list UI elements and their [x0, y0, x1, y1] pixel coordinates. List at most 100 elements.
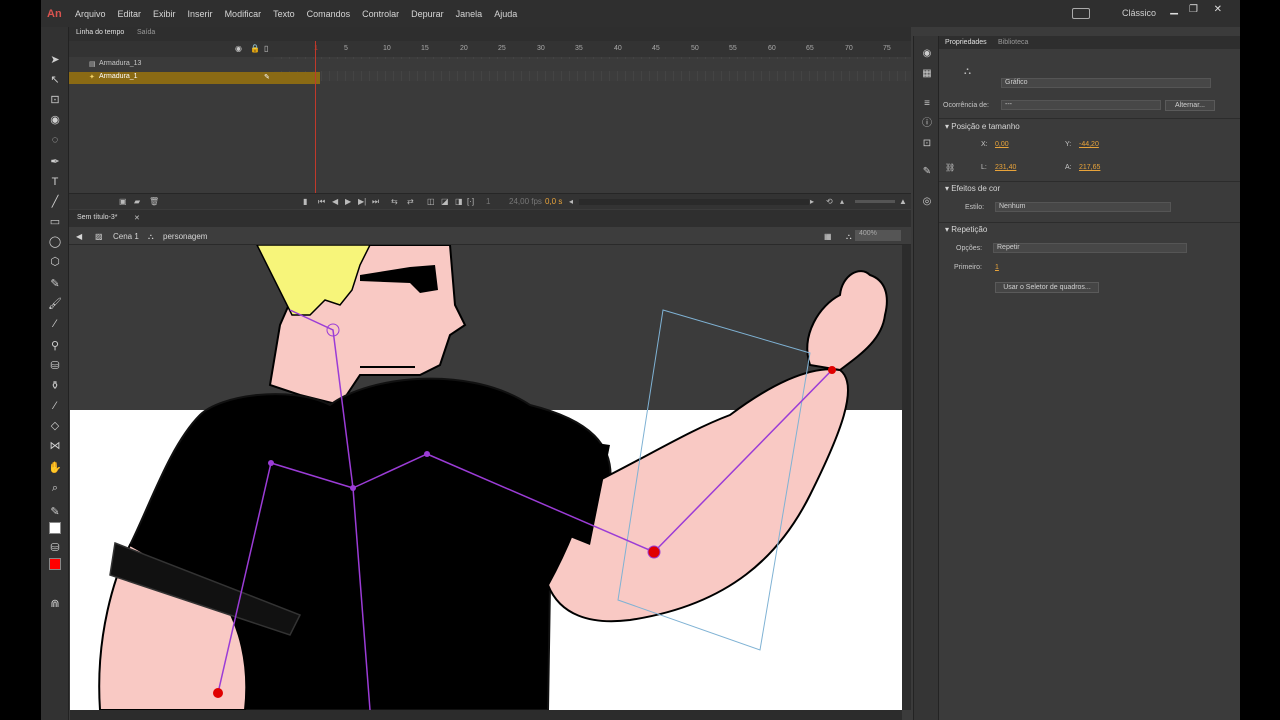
scroll-left-icon[interactable]: ◂	[569, 197, 573, 206]
minimize-icon[interactable]: ▁	[1170, 4, 1178, 15]
swap-button[interactable]: Alternar...	[1165, 100, 1215, 111]
menu-modificar[interactable]: Modificar	[219, 9, 268, 19]
maximize-icon[interactable]: ❐	[1189, 4, 1198, 15]
eyedropper-tool-icon[interactable]: ⁄	[48, 399, 62, 413]
menu-janela[interactable]: Janela	[450, 9, 489, 19]
timeline-loop-icon[interactable]: ⟲	[826, 197, 833, 206]
menu-editar[interactable]: Editar	[112, 9, 148, 19]
breadcrumb-scene[interactable]: Cena 1	[113, 232, 139, 241]
workspace-switcher[interactable]: Clássico	[1122, 8, 1156, 18]
tab-properties[interactable]: Propriedades	[945, 39, 987, 46]
height-value[interactable]: 217,65	[1079, 164, 1100, 171]
step-forward-icon[interactable]: ▶|	[358, 197, 366, 206]
menu-inserir[interactable]: Inserir	[182, 9, 219, 19]
lock-icon[interactable]: 🔒	[250, 44, 260, 53]
oval-tool-icon[interactable]: ◯	[48, 235, 62, 249]
center-frame-icon[interactable]: ⇄	[407, 197, 414, 206]
scroll-right-icon[interactable]: ▸	[810, 197, 814, 206]
align-icon[interactable]: ≡	[921, 98, 933, 110]
loop-icon[interactable]: ⇆	[391, 197, 398, 206]
fill-color-icon[interactable]: ⛁	[48, 541, 62, 555]
zoom-out-icon[interactable]: ▴	[840, 197, 844, 206]
frame-picker-button[interactable]: Usar o Seletor de quadros...	[995, 282, 1099, 293]
menu-controlar[interactable]: Controlar	[356, 9, 405, 19]
rectangle-tool-icon[interactable]: ▭	[48, 215, 62, 229]
width-tool-icon[interactable]: ⋈	[48, 439, 62, 453]
elapsed-time[interactable]: 0,0 s	[545, 197, 562, 206]
bone-joint-elbow[interactable]	[647, 545, 661, 559]
color-effects-header[interactable]: ▾ Efeitos de cor	[945, 184, 1000, 193]
style-select[interactable]: Nenhum	[995, 202, 1171, 212]
document-tab[interactable]: Sem título-3*	[77, 214, 117, 221]
line-tool-icon[interactable]: ╱	[48, 195, 62, 209]
delete-icon[interactable]: 🗑	[149, 197, 159, 206]
position-size-header[interactable]: ▾ Posição e tamanho	[945, 122, 1020, 131]
tab-timeline[interactable]: Linha do tempo	[76, 29, 124, 36]
transform-icon[interactable]: ⊡	[921, 138, 933, 150]
first-frame-value[interactable]: 1	[995, 264, 999, 271]
menu-ajuda[interactable]: Ajuda	[488, 9, 523, 19]
looping-header[interactable]: ▾ Repetição	[945, 225, 987, 234]
bone-joint-left-shoulder[interactable]	[268, 460, 274, 466]
code-snippets-icon[interactable]: ✎	[921, 166, 933, 178]
polystar-tool-icon[interactable]: ⬡	[48, 255, 62, 269]
snap-magnet-icon[interactable]: ⋒	[48, 597, 62, 611]
timeline-scrollbar[interactable]	[579, 199, 809, 205]
stroke-color-swatch[interactable]	[49, 522, 61, 534]
menu-exibir[interactable]: Exibir	[147, 9, 182, 19]
layer-name[interactable]: Armadura_13	[99, 60, 141, 67]
bone-joint-shoulder[interactable]	[424, 451, 430, 457]
text-tool-icon[interactable]: T	[48, 175, 62, 189]
stage-vertical-scrollbar[interactable]	[902, 245, 911, 710]
link-icon[interactable]: ⛓	[945, 163, 955, 172]
eraser-tool-icon[interactable]: ◇	[48, 419, 62, 433]
instance-behavior-select[interactable]: Gráfico	[1001, 78, 1211, 88]
zoom-tool-icon[interactable]: ⌕	[48, 481, 62, 495]
options-select[interactable]: Repetir	[993, 243, 1187, 253]
modify-markers-icon[interactable]: [·]	[467, 197, 474, 206]
swatches-icon[interactable]: ▦	[921, 68, 933, 80]
close-tab-icon[interactable]: ✕	[134, 214, 140, 222]
bone-joint-root[interactable]	[350, 485, 356, 491]
tab-output[interactable]: Saída	[137, 29, 155, 36]
timeline-zoom-slider[interactable]	[855, 200, 895, 203]
step-back-icon[interactable]: ◀	[332, 197, 338, 206]
onion-skin-icon[interactable]: ◫	[427, 197, 435, 206]
new-folder-icon[interactable]: ▰	[134, 197, 140, 206]
edit-symbol-icon[interactable]: ⛬	[846, 232, 852, 242]
3d-rotation-tool-icon[interactable]: ◉	[48, 113, 62, 127]
width-value[interactable]: 231,40	[995, 164, 1016, 171]
paint-bucket-tool-icon[interactable]: ⛁	[48, 359, 62, 373]
pen-tool-icon[interactable]: ✒	[48, 155, 62, 169]
menu-comandos[interactable]: Comandos	[301, 9, 357, 19]
zoom-in-icon[interactable]: ▲	[899, 197, 907, 206]
pencil-tool-icon[interactable]: ✎	[48, 277, 62, 291]
x-value[interactable]: 0,00	[995, 141, 1009, 148]
color-icon[interactable]: ◉	[921, 48, 933, 60]
edit-multiple-icon[interactable]: ◨	[455, 197, 463, 206]
stroke-color-icon[interactable]: ✎	[48, 505, 62, 519]
bone-joint-wrist[interactable]	[828, 366, 836, 374]
y-value[interactable]: -44,20	[1079, 141, 1099, 148]
playhead[interactable]	[315, 41, 316, 193]
stage[interactable]	[70, 245, 902, 710]
ink-bottle-tool-icon[interactable]: ⚱	[48, 379, 62, 393]
subselection-tool-icon[interactable]: ↖	[48, 73, 62, 87]
layer-row-selected[interactable]: ✦ Armadura_1 ✎	[69, 72, 320, 84]
tab-library[interactable]: Biblioteca	[998, 39, 1028, 46]
bone-tool-icon[interactable]: ⚲	[48, 339, 62, 353]
info-icon[interactable]: ⓘ	[921, 118, 933, 130]
sync-settings-icon[interactable]	[1072, 8, 1090, 19]
new-layer-icon[interactable]: ▣	[119, 197, 127, 206]
hand-tool-icon[interactable]: ✋	[48, 461, 62, 475]
onion-outline-icon[interactable]: ◪	[441, 197, 449, 206]
fill-color-swatch[interactable]	[49, 558, 61, 570]
menu-arquivo[interactable]: Arquivo	[69, 9, 112, 19]
current-frame[interactable]: 1	[486, 197, 490, 206]
stop-icon[interactable]: ▮	[303, 197, 307, 206]
edit-scene-icon[interactable]: ▦	[824, 232, 832, 241]
brush-tool-icon[interactable]: 🖌	[48, 297, 62, 311]
outline-icon[interactable]: ▯	[264, 44, 268, 53]
eye-icon[interactable]: ◉	[235, 44, 242, 53]
menu-texto[interactable]: Texto	[267, 9, 301, 19]
